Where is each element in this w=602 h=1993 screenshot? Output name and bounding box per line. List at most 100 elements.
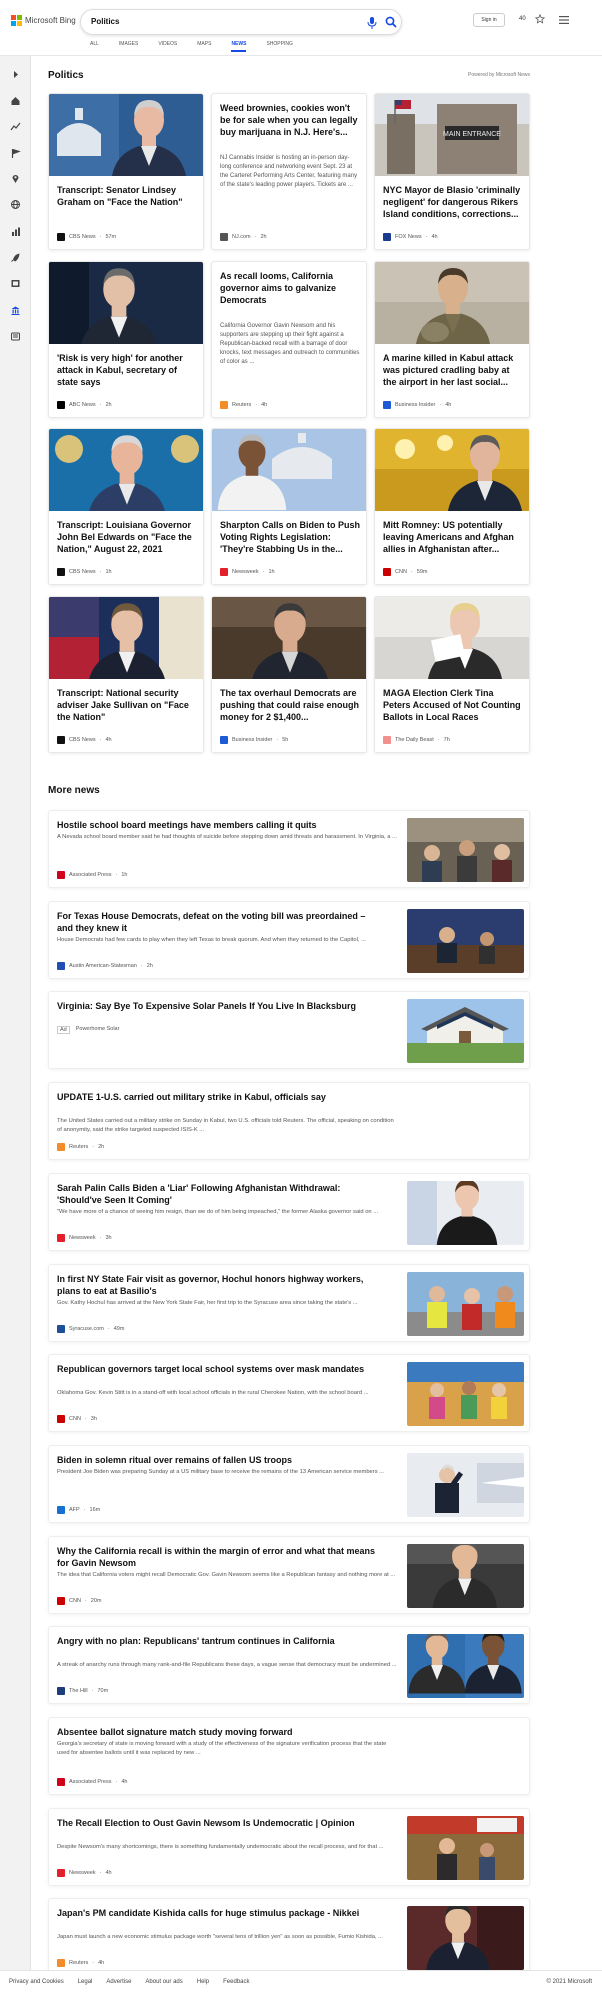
news-card-title[interactable]: The tax overhaul Democrats are pushing t…: [220, 687, 360, 723]
news-card-image[interactable]: [375, 262, 530, 344]
news-item-source[interactable]: Newsweek · 3h: [57, 1233, 112, 1242]
news-item-source[interactable]: CNN · 20m: [57, 1596, 101, 1605]
news-card[interactable]: A marine killed in Kabul attack was pict…: [374, 261, 530, 418]
news-item-source[interactable]: Associated Press · 1h: [57, 871, 127, 879]
news-list-item[interactable]: Sarah Palin Calls Biden a 'Liar' Followi…: [48, 1172, 530, 1251]
film-icon[interactable]: [10, 278, 21, 289]
news-card-image[interactable]: [375, 429, 530, 511]
news-card-image[interactable]: [49, 94, 204, 176]
chart-icon[interactable]: [10, 226, 21, 237]
news-card-source[interactable]: Reuters · 4h: [220, 401, 267, 409]
news-card-source[interactable]: FOX News · 4h: [383, 233, 438, 241]
news-card-title[interactable]: Sharpton Calls on Biden to Push Voting R…: [220, 519, 360, 555]
news-item-source[interactable]: Austin American-Statesman · 2h: [57, 961, 153, 970]
news-item-thumbnail[interactable]: [407, 1452, 524, 1517]
news-item-thumbnail[interactable]: [407, 1906, 524, 1971]
news-card-source[interactable]: CBS News · 57m: [57, 233, 116, 241]
news-card-image[interactable]: [49, 597, 204, 679]
news-card[interactable]: The tax overhaul Democrats are pushing t…: [211, 596, 367, 753]
news-item-thumbnail[interactable]: [407, 1362, 524, 1427]
news-list-item[interactable]: Virginia: Say Bye To Expensive Solar Pan…: [48, 991, 530, 1070]
news-list-item[interactable]: Why the California recall is within the …: [48, 1535, 530, 1614]
news-list-item[interactable]: The Recall Election to Oust Gavin Newsom…: [48, 1807, 530, 1886]
news-card-source[interactable]: CNN · 59m: [383, 568, 427, 576]
news-list-item[interactable]: Japan's PM candidate Kishida calls for h…: [48, 1898, 530, 1977]
news-icon[interactable]: [10, 331, 21, 342]
news-item-title[interactable]: UPDATE 1-U.S. carried out military strik…: [57, 1091, 382, 1103]
news-card-image[interactable]: [49, 262, 204, 344]
sign-in-button[interactable]: Sign in: [473, 13, 505, 27]
news-card[interactable]: Transcript: National security adviser Ja…: [48, 596, 204, 753]
tab-images[interactable]: IMAGES: [119, 40, 138, 52]
hamburger-menu-icon[interactable]: [559, 16, 569, 24]
news-card-image[interactable]: [375, 597, 530, 679]
news-card-title[interactable]: Transcript: National security adviser Ja…: [57, 687, 197, 723]
news-list-item[interactable]: Republican governors target local school…: [48, 1354, 530, 1433]
news-card-title[interactable]: As recall looms, California governor aim…: [220, 270, 360, 306]
news-item-source[interactable]: Syracuse.com · 49m: [57, 1324, 124, 1333]
news-card[interactable]: As recall looms, California governor aim…: [211, 261, 367, 418]
news-item-source[interactable]: The Hill · 70m: [57, 1687, 108, 1696]
news-card-image[interactable]: [212, 429, 367, 511]
rocket-icon[interactable]: [10, 252, 21, 263]
news-card-title[interactable]: NYC Mayor de Blasio 'criminally negligen…: [383, 184, 523, 220]
expand-icon[interactable]: [10, 69, 21, 80]
news-card[interactable]: Transcript: Louisiana Governor John Bel …: [48, 428, 204, 585]
news-card[interactable]: Sharpton Calls on Biden to Push Voting R…: [211, 428, 367, 585]
news-item-thumbnail[interactable]: [407, 908, 524, 973]
footer-link-legal[interactable]: Legal: [78, 1979, 93, 1985]
news-card[interactable]: Weed brownies, cookies won't be for sale…: [211, 93, 367, 250]
news-list-item[interactable]: In first NY State Fair visit as governor…: [48, 1263, 530, 1342]
rewards-icon[interactable]: [535, 14, 545, 24]
news-item-title[interactable]: The Recall Election to Oust Gavin Newsom…: [57, 1817, 382, 1829]
news-item-source[interactable]: AFP · 16m: [57, 1505, 100, 1514]
news-list-item[interactable]: For Texas House Democrats, defeat on the…: [48, 900, 530, 979]
news-item-thumbnail[interactable]: [407, 999, 524, 1064]
news-item-thumbnail[interactable]: [407, 1634, 524, 1699]
news-item-thumbnail[interactable]: [407, 1180, 524, 1245]
news-list-item[interactable]: Angry with no plan: Republicans' tantrum…: [48, 1626, 530, 1705]
news-card-title[interactable]: Mitt Romney: US potentially leaving Amer…: [383, 519, 523, 555]
news-card-image[interactable]: [49, 429, 204, 511]
news-card-title[interactable]: Weed brownies, cookies won't be for sale…: [220, 102, 360, 138]
news-item-title[interactable]: Why the California recall is within the …: [57, 1545, 382, 1569]
home-icon[interactable]: [10, 95, 21, 106]
tab-maps[interactable]: MAPS: [197, 40, 211, 52]
advertiser-name[interactable]: Powerhome Solar: [76, 1026, 120, 1034]
tab-news[interactable]: NEWS: [231, 40, 247, 52]
news-list-item[interactable]: Biden in solemn ritual over remains of f…: [48, 1444, 530, 1523]
footer-link-about-our-ads[interactable]: About our ads: [145, 1979, 182, 1985]
flag-icon[interactable]: [10, 148, 21, 159]
news-item-title[interactable]: Absentee ballot signature match study mo…: [57, 1726, 382, 1738]
news-card-source[interactable]: Business Insider · 5h: [220, 736, 288, 744]
news-item-title[interactable]: Hostile school board meetings have membe…: [57, 819, 382, 831]
news-item-thumbnail[interactable]: [407, 1815, 524, 1880]
news-card[interactable]: MAIN ENTRANCE NYC Mayor de Blasio 'crimin…: [374, 93, 530, 250]
footer-link-help[interactable]: Help: [197, 1979, 209, 1985]
tab-videos[interactable]: VIDEOS: [158, 40, 177, 52]
news-card-title[interactable]: A marine killed in Kabul attack was pict…: [383, 352, 523, 388]
globe-icon[interactable]: [10, 199, 21, 210]
news-list-item[interactable]: Absentee ballot signature match study mo…: [48, 1717, 530, 1795]
trending-icon[interactable]: [10, 121, 21, 132]
news-card-image[interactable]: MAIN ENTRANCE: [375, 94, 530, 176]
news-item-thumbnail[interactable]: [407, 1543, 524, 1608]
news-item-title[interactable]: Biden in solemn ritual over remains of f…: [57, 1454, 382, 1466]
news-card-source[interactable]: CBS News · 4h: [57, 736, 112, 744]
news-item-title[interactable]: In first NY State Fair visit as governor…: [57, 1273, 382, 1297]
tab-all[interactable]: ALL: [90, 40, 99, 52]
news-item-thumbnail[interactable]: [407, 818, 524, 882]
news-card[interactable]: 'Risk is very high' for another attack i…: [48, 261, 204, 418]
news-card-title[interactable]: Transcript: Senator Lindsey Graham on "F…: [57, 184, 197, 208]
news-item-title[interactable]: Japan's PM candidate Kishida calls for h…: [57, 1907, 382, 1919]
news-item-title[interactable]: Angry with no plan: Republicans' tantrum…: [57, 1635, 382, 1647]
news-item-title[interactable]: Sarah Palin Calls Biden a 'Liar' Followi…: [57, 1182, 382, 1206]
search-icon[interactable]: [385, 16, 397, 28]
search-box[interactable]: Politics: [80, 9, 402, 35]
news-item-source[interactable]: Reuters · 2h: [57, 1143, 104, 1152]
news-card-title[interactable]: Transcript: Louisiana Governor John Bel …: [57, 519, 197, 555]
news-item-title[interactable]: For Texas House Democrats, defeat on the…: [57, 910, 382, 934]
news-card-source[interactable]: The Daily Beast · 7h: [383, 736, 450, 744]
footer-link-feedback[interactable]: Feedback: [223, 1979, 249, 1985]
news-card-title[interactable]: MAGA Election Clerk Tina Peters Accused …: [383, 687, 523, 723]
